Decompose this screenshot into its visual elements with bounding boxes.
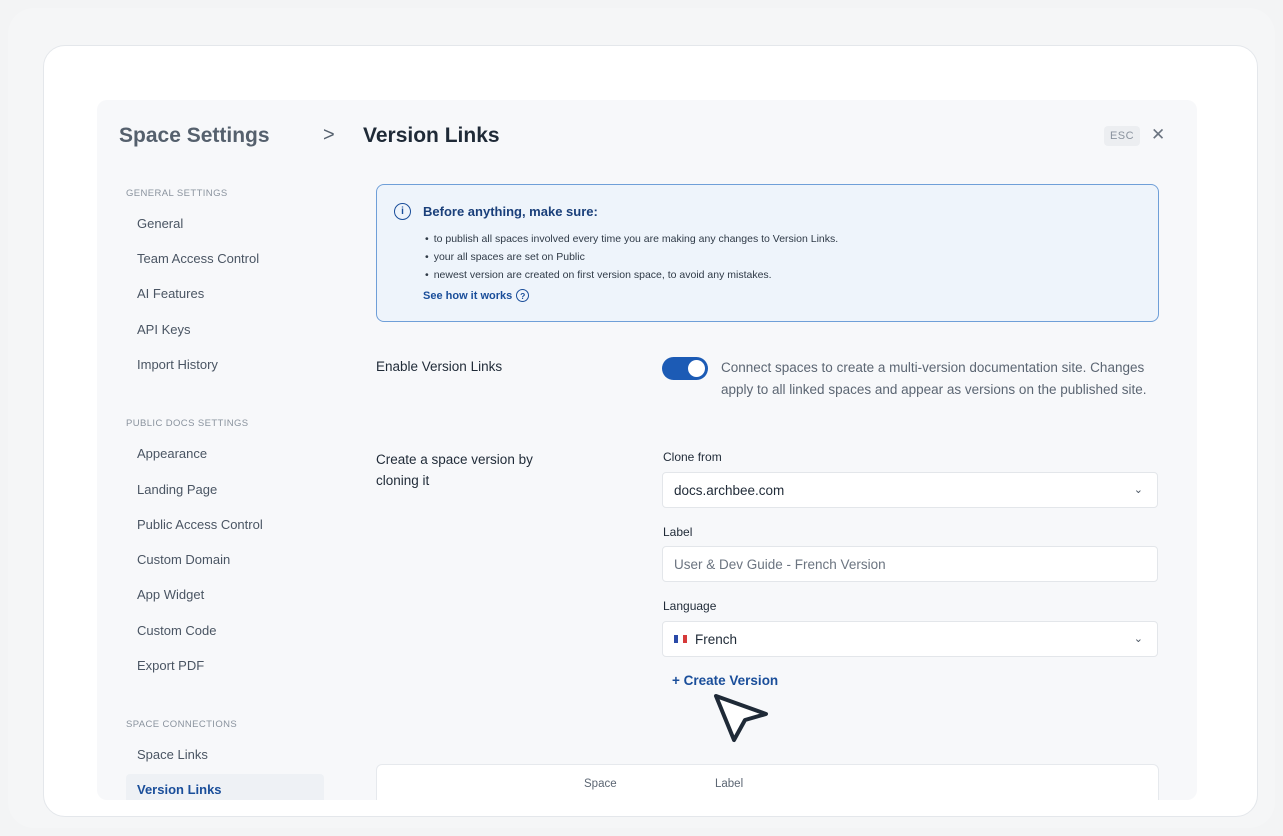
list-item: to publish all spaces involved every tim… [425,230,838,248]
versions-table: Space Label [376,764,1159,800]
label-field-label: Label [663,525,693,539]
sidebar-item-team-access-control[interactable]: Team Access Control [126,243,324,273]
section-heading-public-docs: PUBLIC DOCS SETTINGS [126,418,249,429]
create-version-label: Create a space version by cloning it [376,452,533,488]
sidebar-item-export-pdf[interactable]: Export PDF [126,650,324,680]
list-item: newest version are created on first vers… [425,266,838,284]
page-title: Version Links [363,124,500,147]
see-how-it-works-link[interactable]: See how it works ? [423,289,530,302]
sidebar-item-app-widget[interactable]: App Widget [126,579,324,609]
clone-from-label: Clone from [663,450,722,464]
column-header-space: Space [584,778,617,790]
sidebar-item-ai-features[interactable]: AI Features [126,278,324,308]
language-select[interactable]: French ⌄ [662,621,1158,657]
enable-version-links-description: Connect spaces to create a multi-version… [721,360,1147,397]
label-input[interactable]: User & Dev Guide - French Version [662,546,1158,582]
enable-version-links-label: Enable Version Links [376,359,503,374]
section-heading-space-connections: SPACE CONNECTIONS [126,719,238,730]
sidebar-item-api-keys[interactable]: API Keys [126,314,324,344]
info-callout: i Before anything, make sure: to publish… [376,184,1159,322]
close-icon[interactable]: ✕ [1151,125,1165,145]
section-heading-general: GENERAL SETTINGS [126,188,228,199]
chevron-down-icon: ⌄ [1133,484,1143,496]
language-value: French [695,631,738,647]
sidebar-item-general[interactable]: General [126,208,324,238]
france-flag-icon [674,635,687,643]
sidebar-item-custom-code[interactable]: Custom Code [126,615,324,645]
info-icon: i [394,203,411,220]
clone-from-value: docs.archbee.com [674,482,785,498]
clone-from-select[interactable]: docs.archbee.com ⌄ [662,472,1158,508]
sidebar-item-appearance[interactable]: Appearance [126,438,324,468]
mouse-pointer-icon [714,694,768,742]
modal-title: Space Settings [119,124,270,147]
list-item: your all spaces are set on Public [425,248,838,266]
column-header-label: Label [715,778,744,790]
toggle-knob [688,360,705,377]
see-how-it-works-label: See how it works [423,289,513,302]
info-title: Before anything, make sure: [423,204,598,219]
sidebar-item-version-links[interactable]: Version Links [126,774,324,800]
breadcrumb-separator-icon: > [323,124,335,146]
help-icon: ? [516,289,530,302]
chevron-down-icon: ⌄ [1133,633,1143,645]
enable-version-links-toggle[interactable] [662,357,708,380]
settings-modal: Space Settings > Version Links ESC ✕ GEN… [97,100,1197,800]
sidebar-item-import-history[interactable]: Import History [126,349,324,379]
sidebar-item-landing-page[interactable]: Landing Page [126,474,324,504]
language-label: Language [663,599,717,613]
sidebar-item-public-access-control[interactable]: Public Access Control [126,509,324,539]
sidebar-item-space-links[interactable]: Space Links [126,739,324,769]
info-list: to publish all spaces involved every tim… [425,230,838,284]
label-input-value: User & Dev Guide - French Version [674,556,886,572]
esc-badge[interactable]: ESC [1104,126,1140,146]
create-version-button[interactable]: + Create Version [672,673,778,688]
sidebar-item-custom-domain[interactable]: Custom Domain [126,544,324,574]
